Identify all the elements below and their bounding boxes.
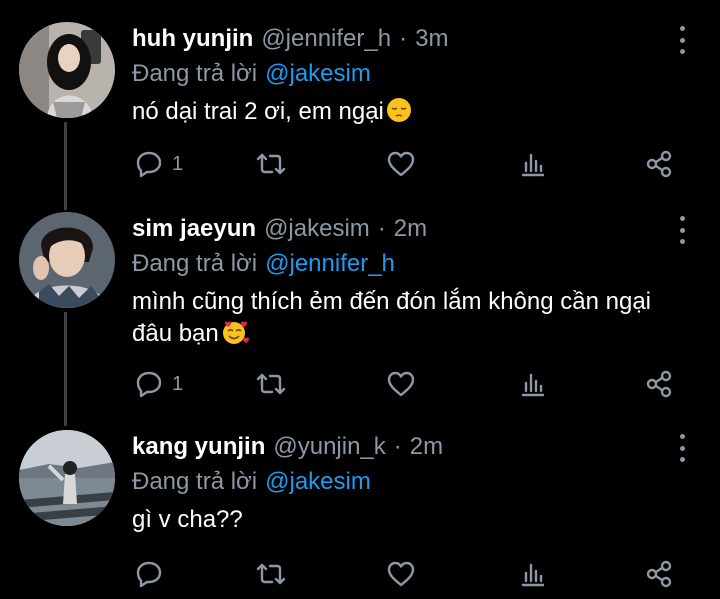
share-button[interactable] [644,368,674,400]
like-icon [387,371,415,397]
tweet-text: nó dại trai 2 ơi, em ngại [132,96,692,132]
views-icon [521,373,545,397]
tweet-text-content: nó dại trai 2 ơi, em ngại [132,98,384,125]
replying-to-label: Đang trả lời [132,468,258,495]
replying-to-label: Đang trả lời [132,60,258,87]
replying-to: Đang trả lời @jakesim [132,468,371,496]
action-bar: 1 [132,148,692,180]
separator-dot: · [377,215,386,242]
reply-icon [136,561,162,588]
share-button[interactable] [644,148,674,180]
avatar[interactable] [19,430,115,526]
like-button[interactable] [386,368,416,400]
tweet-text: gì v cha?? [132,504,692,536]
reply-tweet[interactable]: sim jaeyun @jakesim · 2m Đang trả lời @je… [0,212,720,422]
views-button[interactable] [518,148,548,180]
reply-button[interactable]: 1 [134,368,183,400]
tweet-text-content: mình cũng thích ẻm đến đón lắm không cần… [132,288,651,347]
retweet-icon [256,563,286,585]
reply-button[interactable]: 1 [134,148,183,180]
reply-count: 1 [172,372,184,395]
timestamp[interactable]: 2m [410,433,443,461]
replying-to-label: Đang trả lời [132,250,258,277]
views-button[interactable] [518,558,548,590]
retweet-button[interactable] [254,148,288,180]
retweet-icon [256,153,286,175]
replying-to: Đang trả lời @jakesim [132,60,371,88]
reply-count: 1 [172,152,184,175]
user-handle[interactable]: @jennifer_h [261,25,391,53]
user-handle[interactable]: @jakesim [264,215,370,243]
reply-button[interactable] [134,558,172,590]
retweet-button[interactable] [254,368,288,400]
views-icon [521,153,545,177]
reply-tweet[interactable]: kang yunjin @yunjin_k · 2m Đang trả lời @… [0,430,720,599]
separator-dot: · [393,433,402,460]
display-name[interactable]: sim jaeyun [132,215,256,243]
like-button[interactable] [386,558,416,590]
tweet-text: mình cũng thích ẻm đến đón lắm không cần… [132,286,672,354]
timestamp[interactable]: 2m [394,215,427,243]
share-icon [646,150,672,178]
reply-tweet[interactable]: huh yunjin @jennifer_h · 3m Đang trả lời… [0,22,720,202]
mention-link[interactable]: @jakesim [265,468,371,495]
timestamp[interactable]: 3m [415,25,448,53]
avatar[interactable] [19,22,115,118]
like-button[interactable] [386,148,416,180]
share-icon [646,370,672,398]
avatar[interactable] [19,212,115,308]
retweet-icon [256,373,286,395]
separator-dot: · [399,25,408,52]
reply-icon [136,151,162,178]
mention-link[interactable]: @jakesim [265,60,371,87]
like-icon [387,151,415,177]
more-icon[interactable] [672,26,692,54]
retweet-button[interactable] [254,558,288,590]
views-icon [521,563,545,587]
replying-to: Đang trả lời @jennifer_h [132,250,395,278]
user-handle[interactable]: @yunjin_k [273,433,385,461]
share-icon [646,560,672,588]
mention-link[interactable]: @jennifer_h [265,250,395,277]
more-icon[interactable] [672,434,692,462]
action-bar: 1 [132,368,692,400]
display-name[interactable]: kang yunjin [132,433,265,461]
pensive-face-emoji [386,97,412,132]
views-button[interactable] [518,368,548,400]
tweet-text-content: gì v cha?? [132,506,243,533]
like-icon [387,561,415,587]
smiling-face-with-hearts-emoji [221,319,249,354]
action-bar [132,558,692,590]
share-button[interactable] [644,558,674,590]
more-icon[interactable] [672,216,692,244]
reply-icon [136,371,162,398]
display-name[interactable]: huh yunjin [132,25,253,53]
